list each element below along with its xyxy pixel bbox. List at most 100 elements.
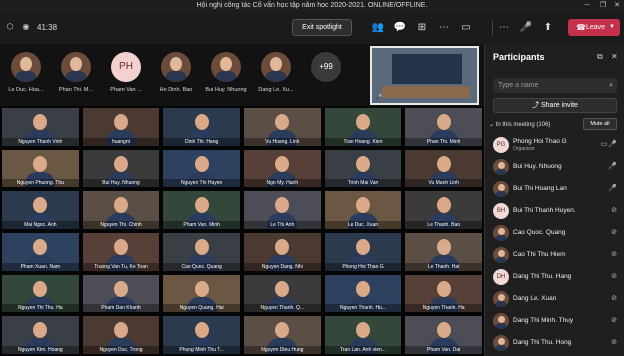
video-tile-name: Mai Ngoc. Anh — [2, 220, 79, 229]
spotlight-strip-item[interactable]: Bui Huy. Nhuong — [204, 52, 248, 93]
video-tile[interactable]: Nguyen Thanh Vinh — [2, 108, 79, 146]
chevron-down-icon[interactable]: ▼ — [609, 19, 615, 36]
participant-row[interactable]: PG Phong Hoi Thao G Organizer ▭ 🎤 — [485, 134, 624, 156]
video-tile-name: Truong Van Tu, Ke Toan — [82, 262, 160, 271]
video-tile-name: Nguyen Thanh Vinh — [2, 137, 79, 146]
close-icon[interactable]: ✕ — [611, 52, 618, 61]
spotlight-strip-item[interactable]: +99 — [304, 52, 348, 87]
search-participants-input[interactable]: Type a name ⌕ — [493, 78, 617, 93]
video-tile[interactable]: Cao Quoc. Quang — [163, 233, 240, 271]
video-tile[interactable]: Nguyen Thanh. Hu... — [324, 274, 402, 313]
video-tile[interactable]: Nguyen Thi Thu. Ha — [2, 274, 79, 313]
video-tile[interactable]: Phan Thi. Minh — [405, 108, 482, 146]
participant-row[interactable]: DH Dang Thi Thu. Hang ⊘ — [485, 266, 624, 288]
video-tile[interactable]: Vu Hoang. Linh — [244, 108, 321, 146]
meeting-info: ⬡ ◉ 41:38 — [5, 22, 58, 32]
avatar — [493, 313, 509, 329]
participant-row[interactable]: Bui Thi Hoang Lan 🎤 — [485, 178, 624, 200]
participant-face — [275, 280, 290, 297]
mute-all-button[interactable]: Mute all — [583, 118, 617, 130]
video-tile-name: Nguyen Quang. Hai — [163, 304, 240, 313]
video-tile[interactable]: Nguyen Thi Huyen — [163, 149, 240, 188]
pop-out-icon[interactable]: ⧉ — [597, 52, 603, 62]
avatar — [493, 247, 509, 263]
participant-row[interactable]: Bui Huy. Nhuong 🎤 — [485, 156, 624, 178]
video-tile[interactable]: Nguyen Quang. Hai — [163, 274, 240, 313]
video-tile[interactable]: Pham Xuan. Nam — [2, 233, 79, 271]
camera-icon[interactable]: ▭ — [458, 20, 474, 36]
video-tile[interactable]: Le Thanh. Hai — [405, 233, 482, 271]
participant-face — [113, 114, 128, 130]
share-invite-button[interactable]: ⤴ Share invite — [493, 98, 617, 113]
panel-title: Participants — [493, 52, 545, 62]
toolbar-divider — [492, 20, 493, 36]
video-tile[interactable]: Nguyen Dieu Hung — [244, 316, 321, 354]
window-title: Hội nghị công tác Cố vấn học tập năm học… — [196, 2, 428, 9]
video-tile[interactable]: Le Thi Anh — [244, 191, 321, 229]
share-screen-icon[interactable]: ⬆ — [540, 20, 556, 36]
video-tile[interactable]: Vu Manh Linh — [405, 149, 482, 188]
video-tile[interactable]: Nguyen Kim. Hoang — [2, 316, 79, 354]
rooms-icon[interactable]: ⊞ — [414, 20, 430, 36]
video-tile[interactable]: Dinh Thi. Hang — [163, 108, 240, 146]
microphone-icon[interactable]: 🎤 — [518, 20, 534, 36]
spotlight-strip-item[interactable]: Phan Thi. M... — [54, 52, 98, 93]
view-icon[interactable]: ⋯ — [436, 20, 452, 36]
participant-row[interactable]: Cao Thi Thu Hiem ⊘ — [485, 244, 624, 266]
video-tile[interactable]: Le Duc. Xuan — [324, 191, 402, 229]
video-tile[interactable]: huangnt — [82, 108, 160, 146]
video-tile[interactable]: Tran Lan. Anh vien... — [324, 316, 402, 354]
participant-name: Bui Thi Hoang Lan — [513, 185, 567, 192]
participant-row[interactable]: BH Bui Thi Thanh Huyen. ⊘ — [485, 200, 624, 222]
minimize-button[interactable]: ─ — [580, 0, 594, 11]
video-tile[interactable]: Ngo My. Hanh — [244, 149, 321, 188]
video-tile[interactable]: Nguyen Thi. Chinh — [82, 191, 160, 229]
participant-name: Phan Thi. M... — [58, 87, 94, 93]
video-tile[interactable]: Nguyen Thanh. Ha — [405, 274, 482, 313]
participant-role: Organizer — [513, 146, 535, 152]
close-window-button[interactable]: ✕ — [610, 0, 624, 11]
video-tile[interactable]: Pham Van. Minh — [163, 191, 240, 229]
in-meeting-header[interactable]: ⌄ In this meeting (106) — [489, 121, 550, 128]
spotlight-strip-item[interactable]: Dang Le. Xu... — [254, 52, 298, 93]
leave-button[interactable]: ☎ Leave ▼ — [568, 19, 620, 36]
phone-icon: ☎ — [576, 23, 586, 32]
participant-face — [436, 322, 451, 339]
video-tile-name: Le Thanh. Bao — [405, 220, 482, 229]
participant-face — [436, 155, 451, 172]
participants-icon[interactable]: 👥 — [370, 20, 386, 36]
video-tile[interactable]: Nguyen Dang. Nhi — [244, 233, 321, 271]
video-tile[interactable]: Nguyen Duc. Trong — [82, 316, 160, 354]
video-tile[interactable]: Phung Minh Thu T... — [163, 316, 240, 354]
chat-icon[interactable]: 💬 — [392, 20, 408, 36]
participant-row[interactable]: Dang Le. Xuan ⊘ — [485, 288, 624, 310]
video-tile[interactable]: Tran Hoang. Kien — [324, 108, 402, 146]
video-tile[interactable]: Pham Dan Khanh — [82, 274, 160, 313]
video-tile[interactable]: Truong Van Tu, Ke Toan — [82, 233, 160, 271]
video-tile[interactable]: Phong Hoi Thao G — [324, 233, 402, 271]
spotlight-strip-item[interactable]: Ho Dinh. Bao — [154, 52, 198, 93]
spotlight-strip-item[interactable]: Le Duc. Hoa... — [4, 52, 48, 93]
video-tile[interactable]: Pham Van. Dai — [405, 316, 482, 354]
video-tile[interactable]: Le Thanh. Bao — [405, 191, 482, 229]
spotlight-strip-item[interactable]: PH Pham Van ... — [104, 52, 148, 93]
share-invite-icon: ⤴ — [532, 102, 541, 109]
maximize-button[interactable]: ❐ — [596, 0, 610, 11]
microphone-icon: 🎤 — [608, 163, 617, 170]
participant-row[interactable]: Dang Thi Minh. Thuy ⊘ — [485, 310, 624, 332]
spotlight-video[interactable]: 🎤 — [370, 46, 479, 105]
video-tile[interactable]: Bui Huy. Nhuong — [82, 149, 160, 188]
more-actions-icon[interactable]: ⋯ — [496, 20, 512, 36]
microphone-muted-icon: ⊘ — [611, 295, 617, 302]
video-tile-name: Pham Van. Dai — [405, 345, 482, 354]
participant-row[interactable]: Dang Thi Thu. Hong ⊘ — [485, 332, 624, 354]
video-tile[interactable]: Trinh Mai Van — [324, 149, 402, 188]
video-tile[interactable]: Mai Ngoc. Anh — [2, 191, 79, 229]
video-tile[interactable]: Nguyen Thanh. Q... — [244, 274, 321, 313]
video-tile-name: Pham Xuan. Nam — [2, 262, 79, 271]
avatar — [261, 52, 291, 82]
participant-name: Phong Hoi Thao G — [513, 138, 567, 145]
exit-spotlight-button[interactable]: Exit spotlight — [292, 19, 352, 36]
video-tile[interactable]: Nguyen Phuong. Thu — [2, 149, 79, 188]
participant-row[interactable]: Cao Quoc. Quang ⊘ — [485, 222, 624, 244]
